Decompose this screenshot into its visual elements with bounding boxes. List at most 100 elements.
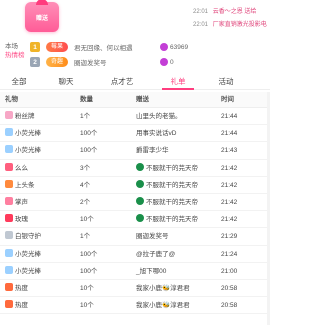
gift-table-body: 粉丝牌 1个 山里头的老猫。 21:44 小荧光棒 100个 用事实说话vD 21:44 小荧光… (0, 108, 270, 315)
gift-icon (5, 128, 13, 137)
tab-chat[interactable]: 聊天 (38, 74, 94, 89)
gift-icon (5, 145, 13, 154)
tab-talent[interactable]: 点才艺 (94, 74, 150, 89)
ranking-label: 本场 热情榜 (5, 42, 25, 60)
gift-icon (5, 231, 13, 240)
table-row[interactable]: 玫瑰 10个 不服就干的芫天帝 21:42 (0, 211, 270, 229)
table-row[interactable]: 小荧光棒 100个 用事实说话vD 21:44 (0, 125, 270, 143)
table-row[interactable]: 白银守护 1个 圈迦发奖号 21:29 (0, 228, 270, 246)
gift-name: 小荧光棒 (15, 130, 41, 138)
count-cell: 1个 (80, 233, 91, 241)
sender-name: 不服就干的芫天帝 (146, 198, 198, 206)
sender-cell[interactable]: 圈迦发奖号 (136, 228, 169, 245)
sender-name: 我家小鹿🐝淳君君 (136, 284, 190, 292)
gift-icon (5, 265, 13, 274)
notice-time: 22:01 (193, 22, 209, 28)
gift-cell: 白银守护 (5, 228, 41, 245)
sender-cell[interactable]: 爵雷李少华 (136, 142, 169, 159)
sender-cell[interactable]: 我家小鹿🐝淳君君 (136, 280, 190, 297)
time-cell: 21:29 (221, 233, 238, 241)
gift-name: 玫瑰 (15, 216, 28, 224)
gift-icon (5, 162, 13, 171)
time-cell: 21:42 (221, 198, 238, 206)
rank-chip: 奇趣 (46, 57, 69, 67)
sender-cell[interactable]: @拉子鹿了@ (136, 246, 175, 263)
notice-strip: 赠送 22:01 云香～之恩 送给 22:01 厂家直销激光投影电 (0, 0, 270, 36)
sender-cell[interactable]: 我家小鹿🐝淳君君 (136, 297, 190, 314)
gift-name: 小荧光棒 (15, 147, 41, 155)
sender-cell[interactable]: 不服就干的芫天帝 (136, 194, 198, 211)
gift-name: 小荧光棒 (15, 267, 41, 275)
ranking-row[interactable]: 1 莓果 君无回缘、何以相遇 63969 (30, 41, 188, 53)
gift-cell: 热度 (5, 297, 28, 314)
tab-gift-list[interactable]: 礼单 (150, 74, 206, 90)
time-cell: 21:42 (221, 216, 238, 224)
gift-box-icon[interactable]: 赠送 (25, 0, 59, 32)
sender-name: 不服就干的芫天帝 (146, 164, 198, 172)
header-count: 数量 (80, 96, 93, 103)
gift-icon (5, 282, 13, 291)
gift-cell: 掌声 (5, 194, 28, 211)
header-time: 时间 (221, 96, 234, 103)
gift-icon (5, 248, 13, 257)
count-cell: 3个 (80, 164, 91, 172)
scrollbar[interactable] (267, 92, 270, 325)
count-cell: 4个 (80, 181, 91, 189)
tab-activity[interactable]: 活动 (206, 74, 246, 89)
notice-item[interactable]: 22:01 云香～之恩 送给 (193, 6, 256, 15)
sender-name: _旭下哪00 (136, 267, 167, 275)
panel-tabs: 全部 聊天 点才艺 礼单 活动 (0, 74, 270, 90)
sender-cell[interactable]: 不服就干的芫天帝 (136, 177, 198, 194)
sender-cell[interactable]: _旭下哪00 (136, 263, 166, 280)
gift-name: 热度 (15, 284, 28, 292)
gift-cell: 小荧光棒 (5, 125, 41, 142)
gift-bow-icon (36, 0, 48, 5)
rank-number: 2 (30, 57, 40, 67)
table-row[interactable]: 小荧光棒 100个 _旭下哪00 21:00 (0, 263, 270, 280)
count-cell: 2个 (80, 198, 91, 206)
gift-cell: 小荧光棒 (5, 142, 41, 159)
header-gift: 礼物 (5, 96, 18, 103)
sender-cell[interactable]: 不服就干的芫天帝 (136, 160, 198, 177)
time-cell: 21:44 (221, 130, 238, 138)
time-cell: 20:58 (221, 284, 238, 292)
table-row[interactable]: 小荧光棒 100个 爵雷李少华 21:43 (0, 142, 270, 160)
sender-badge-icon (136, 162, 144, 171)
gift-name: 掌声 (15, 198, 28, 206)
gift-name: 白银守护 (15, 233, 41, 241)
sender-cell[interactable]: 不服就干的芫天帝 (136, 211, 198, 228)
time-cell: 21:00 (221, 267, 238, 275)
gift-name: 粉丝牌 (15, 113, 35, 120)
sender-name: 用事实说话vD (136, 130, 177, 138)
sender-name: 圈迦发奖号 (136, 233, 169, 241)
rank-user-name: 君无回缘、何以相遇 (74, 45, 133, 52)
gift-icon (5, 196, 13, 205)
count-cell: 100个 (80, 250, 98, 258)
notice-item[interactable]: 22:01 厂家直销激光投影电 (193, 19, 267, 28)
rank-score: 0 (160, 58, 174, 66)
gift-name: 小荧光棒 (15, 250, 41, 258)
sender-name: 山里头的老猫。 (136, 113, 182, 120)
tab-all[interactable]: 全部 (0, 74, 38, 89)
sender-cell[interactable]: 山里头的老猫。 (136, 108, 182, 125)
table-row[interactable]: 粉丝牌 1个 山里头的老猫。 21:44 (0, 108, 270, 126)
gift-name: 么么 (15, 164, 28, 172)
time-cell: 21:43 (221, 147, 238, 155)
table-row[interactable]: 上头条 4个 不服就干的芫天帝 21:42 (0, 177, 270, 194)
sender-badge-icon (136, 179, 144, 188)
table-row[interactable]: 么么 3个 不服就干的芫天帝 21:42 (0, 160, 270, 177)
table-row[interactable]: 小荧光棒 100个 @拉子鹿了@ 21:24 (0, 246, 270, 263)
count-cell: 10个 (80, 302, 94, 310)
table-row[interactable]: 掌声 2个 不服就干的芫天帝 21:42 (0, 194, 270, 212)
rank-chip: 莓果 (46, 42, 69, 52)
table-row[interactable]: 热度 10个 我家小鹿🐝淳君君 20:58 (0, 280, 270, 298)
count-cell: 10个 (80, 216, 94, 224)
ranking-row[interactable]: 2 奇趣 圈迦发奖号 0 (30, 56, 174, 68)
rank-number: 1 (30, 42, 40, 52)
count-cell: 100个 (80, 267, 98, 275)
table-row[interactable]: 热度 10个 我家小鹿🐝淳君君 20:58 (0, 297, 270, 315)
gift-cell: 玫瑰 (5, 211, 28, 228)
header-sender: 赠送 (136, 96, 149, 103)
gift-name: 热度 (15, 302, 28, 310)
sender-cell[interactable]: 用事实说话vD (136, 125, 176, 142)
